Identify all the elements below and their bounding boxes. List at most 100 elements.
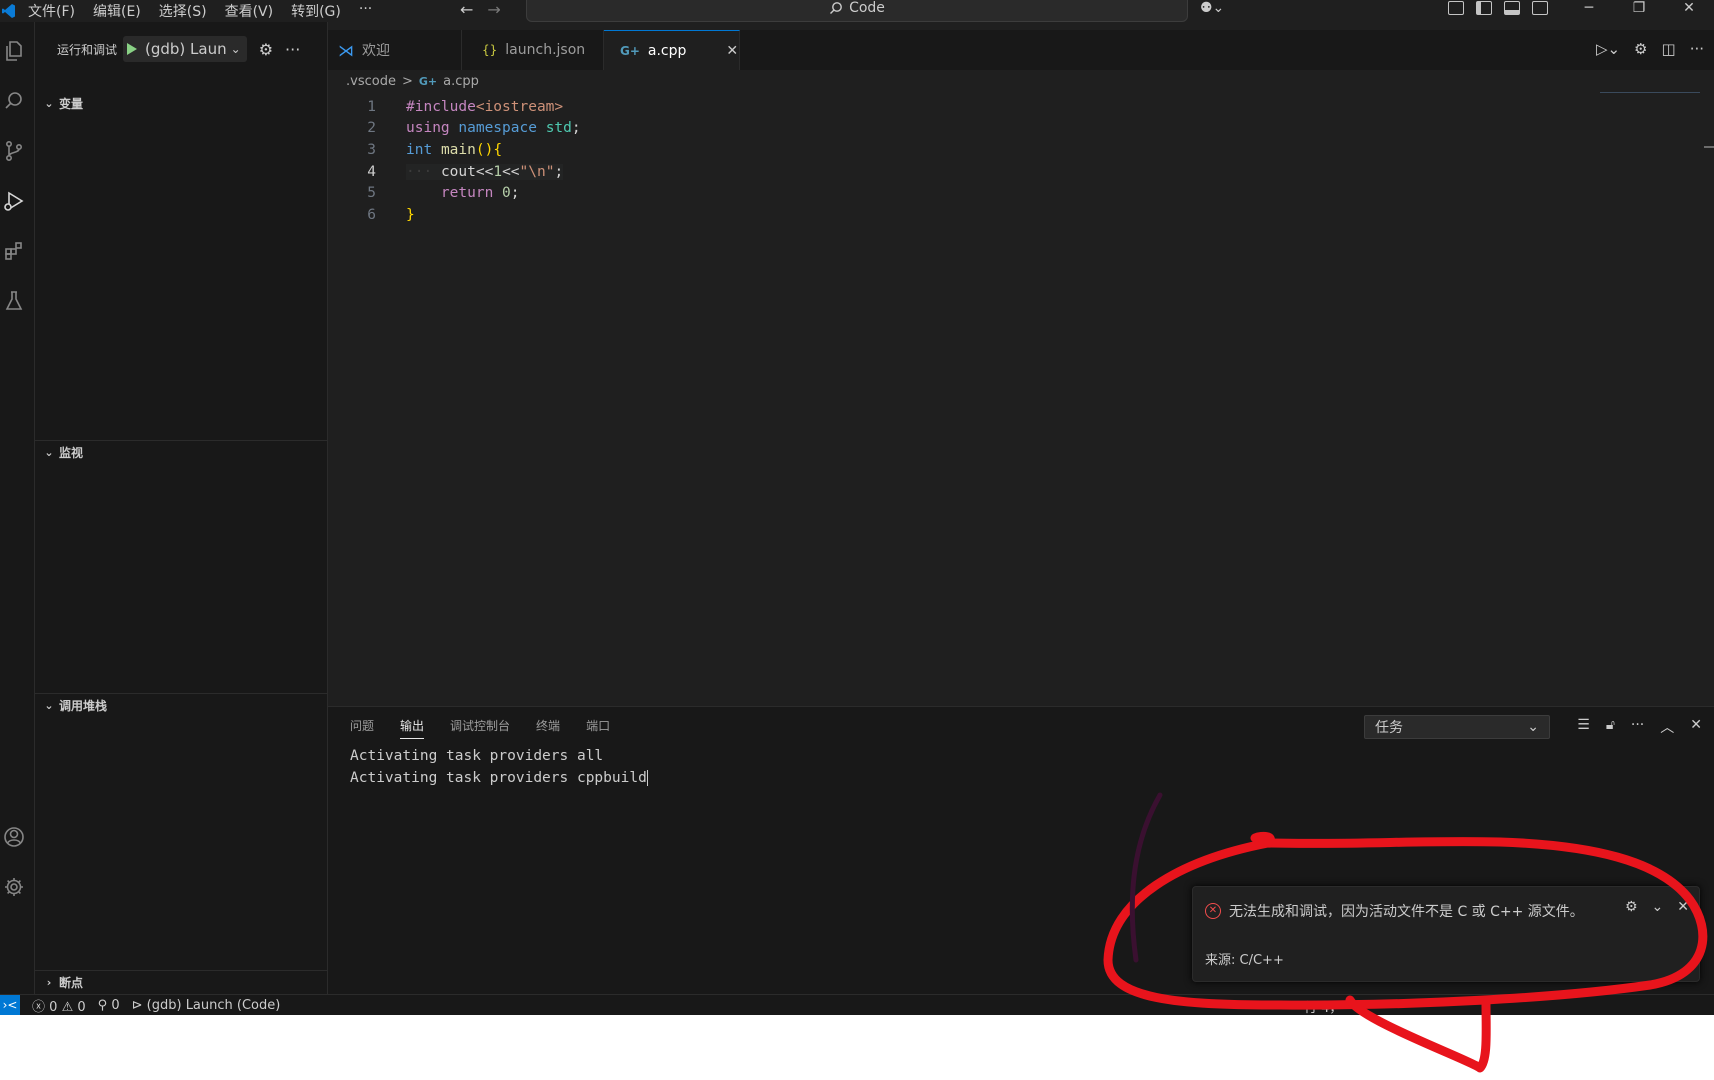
more-actions-icon[interactable]: ··· [1631,717,1644,737]
chevron-down-icon: ⌄ [44,445,54,459]
code-editor[interactable]: 1 #include<iostream> 2 using namespace s… [328,96,1628,226]
section-breakpoints[interactable]: › 断点 [35,970,327,993]
restore-icon[interactable]: ❐ [1614,0,1664,16]
tab-launch-json[interactable]: {} launch.json [462,30,604,70]
notification-source: 来源: C/C++ [1205,953,1284,968]
line-number: 1 [367,98,376,115]
run-file-play-icon[interactable]: ▷⌄ [1596,40,1620,58]
chevron-down-icon[interactable]: ⌄ [1652,899,1664,915]
sidebar-header: 运行和调试 (gdb) Laun ⌄ ⚙ ··· [35,22,327,76]
extensions-icon[interactable] [0,236,28,266]
chevron-down-icon[interactable]: ⌄ [231,42,241,56]
menu-more[interactable]: ··· [359,1,372,21]
back-arrow-icon[interactable]: ← [460,0,473,19]
start-debugging-play-icon[interactable] [127,43,138,55]
code-line[interactable]: 3 int main(){ [328,139,1628,161]
code-line[interactable]: 2 using namespace std; [328,118,1628,140]
debug-status[interactable]: ⊳ (gdb) Launch (Code) [132,998,281,1013]
debug-settings-gear-icon[interactable]: ⚙ [259,40,273,59]
scrollbar-marker[interactable] [1704,146,1714,148]
menu-view[interactable]: 查看(V) [225,1,274,21]
menu-file[interactable]: 文件(F) [28,1,75,21]
panel-tabs: 问题 输出 调试控制台 终端 端口 [350,717,610,739]
source-control-icon[interactable] [0,136,28,166]
close-notification-icon[interactable]: ✕ [1677,899,1689,915]
close-window-icon[interactable]: ✕ [1664,0,1714,16]
section-variables-label: 变量 [59,96,84,111]
problems-status[interactable]: ⓧ 0 ⚠ 0 [32,996,86,1015]
menu-bar: 文件(F) 编辑(E) 选择(S) 查看(V) 转到(G) ··· [28,1,390,21]
explorer-icon[interactable] [0,36,28,66]
command-center[interactable]: Code [526,0,1188,22]
editor-settings-gear-icon[interactable]: ⚙ [1634,40,1647,58]
tab-a-cpp[interactable]: G+ a.cpp ✕ [604,30,740,70]
copilot-icon[interactable]: ⚉⌄ [1200,0,1224,16]
nav-arrows: ← → [460,0,501,19]
toggle-secondary-sidebar-icon[interactable] [1532,1,1548,15]
tab-problems[interactable]: 问题 [350,717,374,739]
breadcrumb-separator: > [401,74,413,89]
tab-welcome-label: 欢迎 [362,43,390,59]
output-log[interactable]: Activating task providers all Activating… [350,745,648,789]
code-line[interactable]: 6 } [328,204,1628,226]
layout-controls [1448,1,1548,15]
cpp-file-icon: G+ [620,43,640,58]
search-view-icon[interactable] [0,86,28,116]
more-actions-icon[interactable]: ··· [1690,40,1704,58]
breadcrumb-folder[interactable]: .vscode [346,74,396,89]
maximize-panel-icon[interactable]: ︿ [1660,717,1674,737]
accounts-icon[interactable] [0,822,28,852]
menu-edit[interactable]: 编辑(E) [93,1,141,21]
word-wrap-icon[interactable]: ☰ [1577,717,1590,737]
minimize-icon[interactable]: ─ [1564,0,1614,16]
close-panel-icon[interactable]: ✕ [1690,717,1702,737]
line-number: 3 [367,141,376,158]
settings-gear-icon[interactable] [0,872,28,902]
toggle-panel-icon[interactable] [1504,1,1520,15]
tab-ports[interactable]: 端口 [586,717,610,739]
section-callstack[interactable]: ⌄ 调用堆栈 [35,693,327,716]
cursor-position[interactable]: 行 4， [1304,997,1342,1015]
section-watch[interactable]: ⌄ 监视 [35,440,327,463]
menu-go[interactable]: 转到(G) [291,1,341,21]
run-debug-icon[interactable] [0,186,28,216]
section-callstack-label: 调用堆栈 [59,698,108,713]
lock-scroll-icon[interactable]: 🔓︎ [1606,717,1615,737]
section-variables[interactable]: ⌄ 变量 [35,92,327,114]
menu-selection[interactable]: 选择(S) [159,1,207,21]
code-text: using namespace std; [406,120,581,137]
tab-terminal[interactable]: 终端 [536,717,560,739]
section-watch-label: 监视 [59,445,84,460]
section-breakpoints-label: 断点 [59,975,84,990]
breadcrumb-file[interactable]: a.cpp [443,74,479,89]
panel-actions: ☰ 🔓︎ ··· ︿ ✕ [1577,717,1702,737]
tab-a-cpp-label: a.cpp [647,42,687,59]
activity-bar [0,22,35,994]
launch-config-select[interactable]: (gdb) Laun ⌄ [123,36,247,62]
forward-arrow-icon[interactable]: → [487,0,500,19]
testing-flask-icon[interactable] [0,286,28,316]
error-circle-icon: ⓧ [32,1000,46,1015]
minimap[interactable] [1600,92,1700,101]
toggle-sidebar-icon[interactable] [1476,1,1492,15]
more-actions-icon[interactable]: ··· [285,40,300,59]
vscode-logo-icon: ⋊ [338,40,354,60]
split-editor-icon[interactable]: ◫ [1662,40,1676,58]
line-number: 5 [367,185,376,202]
tab-welcome[interactable]: ⋊ 欢迎 [328,30,462,70]
code-line[interactable]: 5 return 0; [328,182,1628,204]
tab-debug-console[interactable]: 调试控制台 [450,717,510,739]
code-text: #include<iostream> [406,98,564,115]
customize-layout-icon[interactable] [1448,1,1464,15]
code-line[interactable]: 1 #include<iostream> [328,96,1628,118]
editor-area: ⋊ 欢迎 {} launch.json G+ a.cpp ✕ ▷⌄ ⚙ ◫ ··… [328,22,1714,706]
output-channel-select[interactable]: 任务 ⌄ [1364,715,1550,739]
broadcast-icon: ⚲ [97,998,108,1013]
notification-settings-gear-icon[interactable]: ⚙ [1625,899,1638,915]
ports-status[interactable]: ⚲ 0 [98,998,120,1013]
close-tab-icon[interactable]: ✕ [726,43,738,59]
code-line-current[interactable]: 4 ··· cout<<1<<"\n"; [328,161,1628,183]
breadcrumb: .vscode > G+ a.cpp [346,74,479,89]
remote-indicator-icon[interactable]: ›< [0,995,20,1015]
tab-output[interactable]: 输出 [400,717,425,739]
